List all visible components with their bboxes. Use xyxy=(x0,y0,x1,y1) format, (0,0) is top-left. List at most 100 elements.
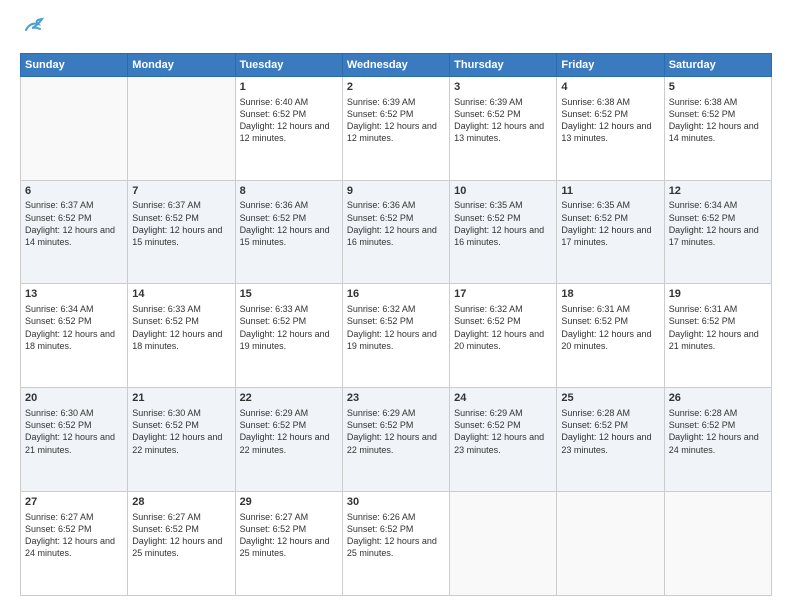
day-info: Sunrise: 6:39 AM Sunset: 6:52 PM Dayligh… xyxy=(347,96,445,145)
calendar-cell: 12Sunrise: 6:34 AM Sunset: 6:52 PM Dayli… xyxy=(664,180,771,284)
calendar-cell: 5Sunrise: 6:38 AM Sunset: 6:52 PM Daylig… xyxy=(664,76,771,180)
day-number: 30 xyxy=(347,495,445,510)
day-info: Sunrise: 6:31 AM Sunset: 6:52 PM Dayligh… xyxy=(669,303,767,352)
calendar-weekday-saturday: Saturday xyxy=(664,53,771,76)
day-info: Sunrise: 6:28 AM Sunset: 6:52 PM Dayligh… xyxy=(669,407,767,456)
day-info: Sunrise: 6:37 AM Sunset: 6:52 PM Dayligh… xyxy=(132,199,230,248)
calendar-cell: 14Sunrise: 6:33 AM Sunset: 6:52 PM Dayli… xyxy=(128,284,235,388)
day-info: Sunrise: 6:32 AM Sunset: 6:52 PM Dayligh… xyxy=(454,303,552,352)
day-number: 23 xyxy=(347,391,445,406)
calendar-table: SundayMondayTuesdayWednesdayThursdayFrid… xyxy=(20,53,772,596)
day-info: Sunrise: 6:30 AM Sunset: 6:52 PM Dayligh… xyxy=(132,407,230,456)
calendar-cell: 23Sunrise: 6:29 AM Sunset: 6:52 PM Dayli… xyxy=(342,388,449,492)
day-info: Sunrise: 6:29 AM Sunset: 6:52 PM Dayligh… xyxy=(240,407,338,456)
day-number: 11 xyxy=(561,184,659,199)
calendar-cell: 4Sunrise: 6:38 AM Sunset: 6:52 PM Daylig… xyxy=(557,76,664,180)
day-number: 18 xyxy=(561,287,659,302)
calendar-header-row: SundayMondayTuesdayWednesdayThursdayFrid… xyxy=(21,53,772,76)
calendar-cell: 30Sunrise: 6:26 AM Sunset: 6:52 PM Dayli… xyxy=(342,492,449,596)
day-number: 27 xyxy=(25,495,123,510)
day-info: Sunrise: 6:33 AM Sunset: 6:52 PM Dayligh… xyxy=(132,303,230,352)
calendar-cell: 22Sunrise: 6:29 AM Sunset: 6:52 PM Dayli… xyxy=(235,388,342,492)
day-info: Sunrise: 6:40 AM Sunset: 6:52 PM Dayligh… xyxy=(240,96,338,145)
day-number: 13 xyxy=(25,287,123,302)
day-info: Sunrise: 6:34 AM Sunset: 6:52 PM Dayligh… xyxy=(25,303,123,352)
calendar-cell: 11Sunrise: 6:35 AM Sunset: 6:52 PM Dayli… xyxy=(557,180,664,284)
calendar-cell: 27Sunrise: 6:27 AM Sunset: 6:52 PM Dayli… xyxy=(21,492,128,596)
day-number: 29 xyxy=(240,495,338,510)
day-info: Sunrise: 6:36 AM Sunset: 6:52 PM Dayligh… xyxy=(347,199,445,248)
day-info: Sunrise: 6:38 AM Sunset: 6:52 PM Dayligh… xyxy=(561,96,659,145)
calendar-week-row: 6 Sunrise: 6:37 AM Sunset: 6:52 PM Daylig… xyxy=(21,180,772,284)
day-number: 16 xyxy=(347,287,445,302)
calendar-cell: 18Sunrise: 6:31 AM Sunset: 6:52 PM Dayli… xyxy=(557,284,664,388)
day-number: 7 xyxy=(132,184,230,199)
calendar-cell: 15Sunrise: 6:33 AM Sunset: 6:52 PM Dayli… xyxy=(235,284,342,388)
calendar-cell: 9Sunrise: 6:36 AM Sunset: 6:52 PM Daylig… xyxy=(342,180,449,284)
day-info: Sunrise: 6:33 AM Sunset: 6:52 PM Dayligh… xyxy=(240,303,338,352)
day-info: Sunrise: 6:29 AM Sunset: 6:52 PM Dayligh… xyxy=(347,407,445,456)
logo-bird-icon xyxy=(22,16,44,38)
day-number: 5 xyxy=(669,80,767,95)
day-number: 28 xyxy=(132,495,230,510)
day-number: 19 xyxy=(669,287,767,302)
calendar-cell: 2Sunrise: 6:39 AM Sunset: 6:52 PM Daylig… xyxy=(342,76,449,180)
day-number: 6 xyxy=(25,184,123,199)
calendar-cell: 7Sunrise: 6:37 AM Sunset: 6:52 PM Daylig… xyxy=(128,180,235,284)
calendar-cell: 24Sunrise: 6:29 AM Sunset: 6:52 PM Dayli… xyxy=(450,388,557,492)
calendar-cell xyxy=(557,492,664,596)
day-info: Sunrise: 6:39 AM Sunset: 6:52 PM Dayligh… xyxy=(454,96,552,145)
calendar-week-row: 27 Sunrise: 6:27 AM Sunset: 6:52 PM Dayli… xyxy=(21,492,772,596)
day-info: Sunrise: 6:35 AM Sunset: 6:52 PM Dayligh… xyxy=(454,199,552,248)
calendar-cell: 3Sunrise: 6:39 AM Sunset: 6:52 PM Daylig… xyxy=(450,76,557,180)
logo-text xyxy=(20,16,44,43)
day-info: Sunrise: 6:29 AM Sunset: 6:52 PM Dayligh… xyxy=(454,407,552,456)
day-number: 12 xyxy=(669,184,767,199)
calendar-cell xyxy=(128,76,235,180)
calendar-weekday-wednesday: Wednesday xyxy=(342,53,449,76)
calendar-cell: 1Sunrise: 6:40 AM Sunset: 6:52 PM Daylig… xyxy=(235,76,342,180)
day-info: Sunrise: 6:31 AM Sunset: 6:52 PM Dayligh… xyxy=(561,303,659,352)
day-number: 1 xyxy=(240,80,338,95)
header xyxy=(20,16,772,43)
calendar-cell xyxy=(21,76,128,180)
calendar-week-row: 13Sunrise: 6:34 AM Sunset: 6:52 PM Dayli… xyxy=(21,284,772,388)
day-info: Sunrise: 6:28 AM Sunset: 6:52 PM Dayligh… xyxy=(561,407,659,456)
page: SundayMondayTuesdayWednesdayThursdayFrid… xyxy=(0,0,792,612)
calendar-cell: 21Sunrise: 6:30 AM Sunset: 6:52 PM Dayli… xyxy=(128,388,235,492)
day-info: Sunrise: 6:32 AM Sunset: 6:52 PM Dayligh… xyxy=(347,303,445,352)
calendar-week-row: 20Sunrise: 6:30 AM Sunset: 6:52 PM Dayli… xyxy=(21,388,772,492)
calendar-cell: 20Sunrise: 6:30 AM Sunset: 6:52 PM Dayli… xyxy=(21,388,128,492)
calendar-cell: 13Sunrise: 6:34 AM Sunset: 6:52 PM Dayli… xyxy=(21,284,128,388)
logo xyxy=(20,16,44,43)
day-number: 21 xyxy=(132,391,230,406)
calendar-cell xyxy=(450,492,557,596)
day-number: 24 xyxy=(454,391,552,406)
day-number: 10 xyxy=(454,184,552,199)
day-info: Sunrise: 6:27 AM Sunset: 6:52 PM Dayligh… xyxy=(132,511,230,560)
day-number: 17 xyxy=(454,287,552,302)
day-info: Sunrise: 6:30 AM Sunset: 6:52 PM Dayligh… xyxy=(25,407,123,456)
calendar-weekday-sunday: Sunday xyxy=(21,53,128,76)
day-number: 2 xyxy=(347,80,445,95)
day-info: Sunrise: 6:27 AM Sunset: 6:52 PM Dayligh… xyxy=(240,511,338,560)
day-info: Sunrise: 6:38 AM Sunset: 6:52 PM Dayligh… xyxy=(669,96,767,145)
calendar-cell: 28Sunrise: 6:27 AM Sunset: 6:52 PM Dayli… xyxy=(128,492,235,596)
calendar-weekday-thursday: Thursday xyxy=(450,53,557,76)
day-number: 20 xyxy=(25,391,123,406)
calendar-cell: 25Sunrise: 6:28 AM Sunset: 6:52 PM Dayli… xyxy=(557,388,664,492)
day-number: 3 xyxy=(454,80,552,95)
calendar-cell: 8Sunrise: 6:36 AM Sunset: 6:52 PM Daylig… xyxy=(235,180,342,284)
day-number: 26 xyxy=(669,391,767,406)
calendar-cell: 19Sunrise: 6:31 AM Sunset: 6:52 PM Dayli… xyxy=(664,284,771,388)
day-number: 14 xyxy=(132,287,230,302)
calendar-cell: 16Sunrise: 6:32 AM Sunset: 6:52 PM Dayli… xyxy=(342,284,449,388)
day-number: 15 xyxy=(240,287,338,302)
calendar-cell: 6Sunrise: 6:37 AM Sunset: 6:52 PM Daylig… xyxy=(21,180,128,284)
calendar-cell: 26Sunrise: 6:28 AM Sunset: 6:52 PM Dayli… xyxy=(664,388,771,492)
calendar-weekday-friday: Friday xyxy=(557,53,664,76)
day-info: Sunrise: 6:35 AM Sunset: 6:52 PM Dayligh… xyxy=(561,199,659,248)
day-number: 9 xyxy=(347,184,445,199)
calendar-cell: 17Sunrise: 6:32 AM Sunset: 6:52 PM Dayli… xyxy=(450,284,557,388)
day-info: Sunrise: 6:26 AM Sunset: 6:52 PM Dayligh… xyxy=(347,511,445,560)
